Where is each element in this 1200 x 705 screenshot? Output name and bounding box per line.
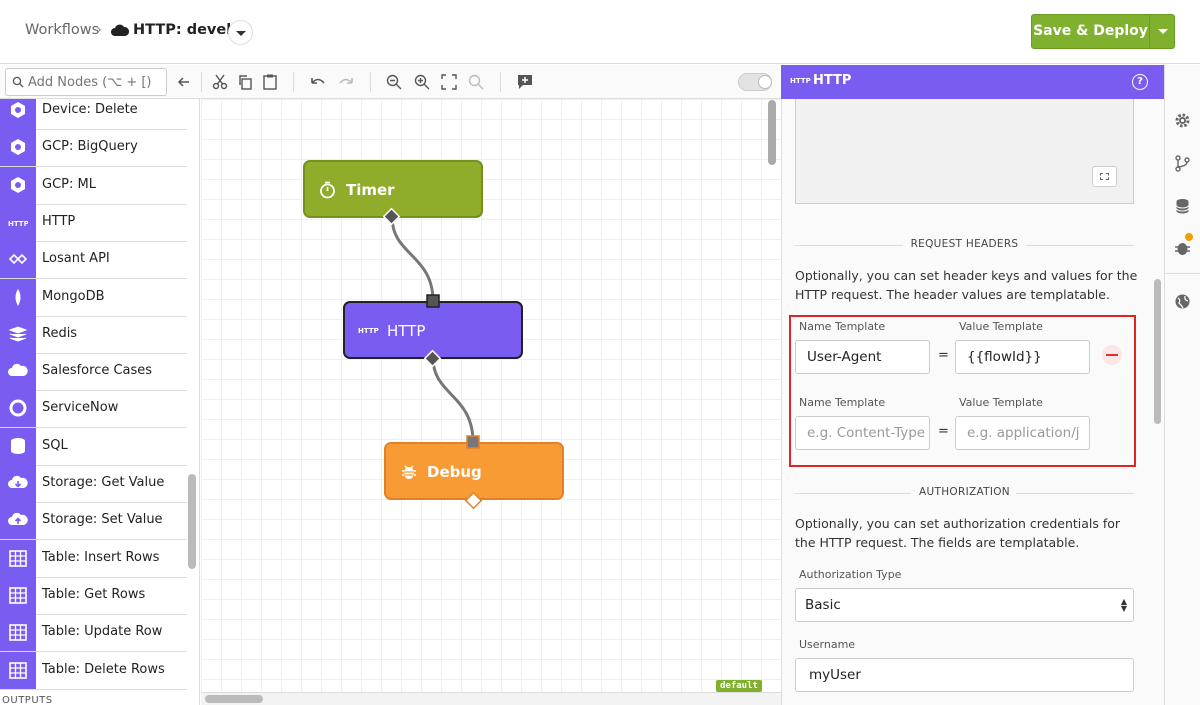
- expand-icon: [1100, 173, 1109, 180]
- name-template-label: Name Template: [799, 396, 886, 409]
- rail-divider: [1165, 273, 1200, 274]
- port-layer: [382, 207, 483, 510]
- timer-output-port[interactable]: [382, 207, 401, 226]
- value-template-label: Value Template: [959, 320, 1043, 333]
- request-body-editor[interactable]: [795, 99, 1134, 204]
- authorization-heading: AUTHORIZATION: [795, 486, 1134, 500]
- expand-editor-button[interactable]: [1092, 166, 1117, 187]
- panel-title: HTTP: [813, 73, 852, 88]
- save-deploy-button[interactable]: Save & Deploy: [1031, 14, 1175, 49]
- username-input[interactable]: myUser: [795, 658, 1134, 692]
- http-output-port[interactable]: [423, 349, 442, 368]
- gear-icon[interactable]: [1174, 112, 1191, 129]
- divider: [795, 493, 913, 494]
- canvas-horizontal-scrollbar[interactable]: [205, 695, 263, 703]
- notification-badge: [1185, 233, 1193, 241]
- debug-output-port[interactable]: [464, 491, 483, 510]
- header-value-input[interactable]: {{flowId}}: [955, 340, 1090, 374]
- panel-header: HTTP HTTP ?: [781, 65, 1164, 99]
- remove-header-button[interactable]: [1102, 345, 1122, 365]
- request-headers-heading: REQUEST HEADERS: [795, 238, 1134, 252]
- divider: [795, 245, 903, 246]
- globe-icon[interactable]: [1174, 293, 1191, 310]
- select-arrows-icon: ▲ ▼: [1120, 597, 1127, 613]
- canvas-horizontal-scrollbar-track: [201, 692, 781, 705]
- database-icon[interactable]: [1174, 198, 1191, 215]
- equals-sign: =: [938, 424, 949, 439]
- right-rail: [1164, 65, 1200, 705]
- save-deploy-label[interactable]: Save & Deploy: [1032, 15, 1149, 48]
- workflow-editor: Workflows › HTTP: develop Save & Deploy: [0, 0, 1200, 705]
- authorization-title: AUTHORIZATION: [911, 486, 1018, 498]
- minus-icon: [1106, 354, 1118, 356]
- equals-sign: =: [938, 348, 949, 363]
- canvas-vertical-scrollbar[interactable]: [768, 100, 776, 165]
- authorization-type-label: Authorization Type: [799, 568, 902, 581]
- authorization-description: Optionally, you can set authorization cr…: [795, 516, 1121, 550]
- node-config-panel: REQUEST HEADERS Optionally, you can set …: [781, 99, 1164, 705]
- header-name-input[interactable]: User-Agent: [795, 340, 930, 374]
- authorization-type-value: Basic: [805, 597, 841, 613]
- divider: [1026, 245, 1134, 246]
- help-icon[interactable]: ?: [1132, 74, 1148, 90]
- debug-bug-icon[interactable]: [1174, 239, 1191, 256]
- divider: [1016, 493, 1134, 494]
- branch-badge: default: [716, 680, 762, 692]
- header-name-input[interactable]: e.g. Content-Type: [795, 416, 930, 450]
- username-label: Username: [799, 638, 856, 651]
- http-icon: HTTP: [790, 77, 811, 85]
- name-template-label: Name Template: [799, 320, 886, 333]
- debug-input-port[interactable]: [466, 435, 480, 449]
- value-template-label: Value Template: [959, 396, 1043, 409]
- authorization-type-select[interactable]: Basic ▲ ▼: [795, 588, 1134, 622]
- branch-icon[interactable]: [1174, 155, 1191, 172]
- http-input-port[interactable]: [426, 294, 440, 308]
- header-value-input[interactable]: e.g. application/j: [955, 416, 1090, 450]
- panel-scrollbar[interactable]: [1154, 279, 1161, 424]
- deploy-options-dropdown[interactable]: [1149, 15, 1175, 48]
- request-headers-description: Optionally, you can set header keys and …: [795, 268, 1138, 302]
- request-headers-title: REQUEST HEADERS: [902, 238, 1027, 250]
- chevron-down-icon: [1158, 29, 1168, 34]
